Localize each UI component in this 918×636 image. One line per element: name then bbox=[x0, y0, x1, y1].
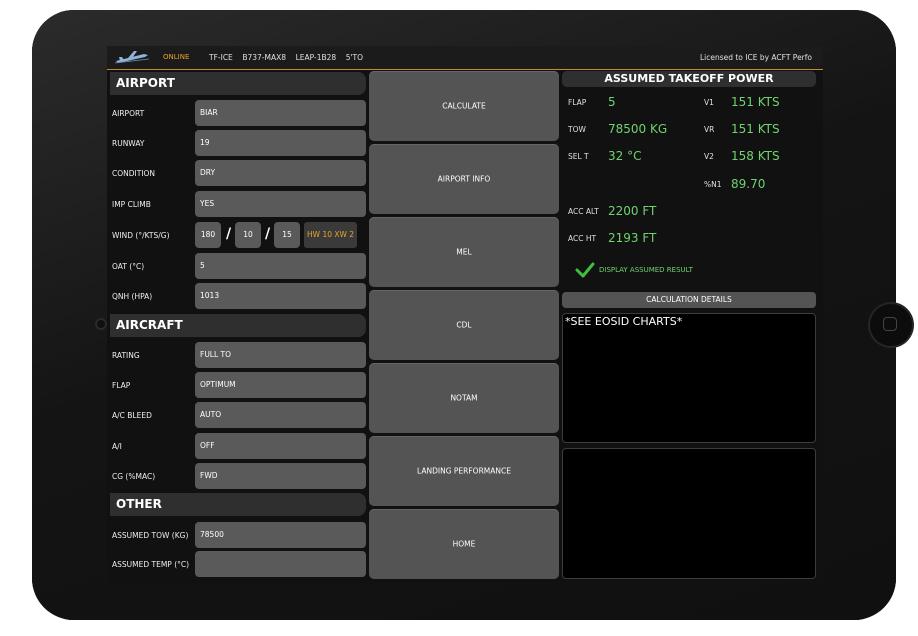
airport-info-button[interactable]: AIRPORT INFO bbox=[369, 144, 559, 214]
condition-label: CONDITION bbox=[112, 169, 156, 178]
wind-components: HW 10 XW 2 bbox=[304, 222, 358, 248]
other-section-header: OTHER bbox=[110, 493, 366, 516]
airport-field[interactable]: BIAR bbox=[195, 100, 366, 126]
cg-label: CG (%MAC) bbox=[112, 472, 156, 481]
airport-section-header: AIRPORT bbox=[110, 72, 366, 95]
v2-label: V2 bbox=[704, 152, 714, 161]
wind-direction-field[interactable]: 180 bbox=[195, 222, 221, 248]
sel-temp-label: SEL T bbox=[568, 152, 589, 161]
vr-value: 151 KTS bbox=[731, 122, 780, 136]
qnh-label: QNH (HPA) bbox=[112, 292, 153, 301]
details-text: *SEE EOSID CHARTS* bbox=[565, 315, 683, 328]
engine-type: LEAP-1B28 bbox=[295, 53, 337, 62]
runway-field[interactable]: 19 bbox=[195, 130, 366, 156]
connection-status: ONLINE bbox=[163, 53, 190, 61]
rating-field[interactable]: FULL TO bbox=[195, 342, 366, 368]
flap-result-label: FLAP bbox=[568, 98, 587, 107]
wind-label: WIND (°/KTS/G) bbox=[112, 231, 170, 240]
runway-label: RUNWAY bbox=[112, 139, 145, 148]
cdl-button[interactable]: CDL bbox=[369, 290, 559, 360]
mel-button[interactable]: MEL bbox=[369, 217, 559, 287]
wind-separator: / bbox=[226, 226, 232, 242]
home-hardware-button[interactable] bbox=[870, 304, 912, 346]
anti-ice-label: A/I bbox=[112, 442, 122, 451]
airplane-logo-icon bbox=[114, 51, 150, 64]
secondary-output-box bbox=[562, 448, 816, 579]
vr-label: VR bbox=[704, 125, 715, 134]
assumed-temp-label: ASSUMED TEMP (°C) bbox=[112, 560, 190, 569]
checkmark-icon[interactable] bbox=[575, 262, 595, 278]
acc-alt-value: 2200 FT bbox=[608, 204, 657, 218]
oat-label: OAT (°C) bbox=[112, 262, 145, 271]
front-camera bbox=[97, 320, 105, 328]
notam-button[interactable]: NOTAM bbox=[369, 363, 559, 433]
takeoff-mode: 5'TO bbox=[345, 53, 364, 62]
wind-separator: / bbox=[265, 226, 271, 242]
acc-ht-value: 2193 FT bbox=[608, 231, 657, 245]
sel-temp-value: 32 °C bbox=[608, 149, 642, 163]
flap-field[interactable]: OPTIMUM bbox=[195, 372, 366, 398]
condition-field[interactable]: DRY bbox=[195, 160, 366, 186]
assumed-tow-label: ASSUMED TOW (KG) bbox=[112, 531, 189, 540]
airport-label: AIRPORT bbox=[112, 109, 145, 118]
assumed-temp-field[interactable] bbox=[195, 551, 366, 577]
display-assumed-result-toggle[interactable]: DISPLAY ASSUMED RESULT bbox=[599, 266, 693, 274]
ac-bleed-label: A/C BLEED bbox=[112, 411, 152, 420]
v2-value: 158 KTS bbox=[731, 149, 780, 163]
wind-gust-field[interactable]: 15 bbox=[274, 222, 300, 248]
ac-bleed-field[interactable]: AUTO bbox=[195, 402, 366, 428]
calculation-details-button[interactable]: CALCULATION DETAILS bbox=[562, 292, 816, 308]
calculate-button[interactable]: CALCULATE bbox=[369, 71, 559, 141]
home-button[interactable]: HOME bbox=[369, 509, 559, 579]
calculation-details-box: *SEE EOSID CHARTS* bbox=[562, 313, 816, 443]
landing-performance-button[interactable]: LANDING PERFORMANCE bbox=[369, 436, 559, 506]
top-bar: ONLINE TF-ICE B737-MAX8 LEAP-1B28 5'TO L… bbox=[107, 46, 823, 70]
tow-result-value: 78500 KG bbox=[608, 122, 668, 136]
flap-label: FLAP bbox=[112, 381, 131, 390]
n1-label: %N1 bbox=[704, 180, 722, 189]
tow-result-label: TOW bbox=[568, 125, 586, 134]
imp-climb-label: IMP CLIMB bbox=[112, 200, 151, 209]
aircraft-type: B737-MAX8 bbox=[242, 53, 287, 62]
result-title: ASSUMED TAKEOFF POWER bbox=[562, 71, 816, 87]
anti-ice-field[interactable]: OFF bbox=[195, 433, 366, 459]
rating-label: RATING bbox=[112, 351, 140, 360]
license-text: Licensed to ICE by ACFT Perfo bbox=[699, 53, 812, 62]
flap-result-value: 5 bbox=[608, 95, 616, 109]
n1-value: 89.70 bbox=[731, 177, 766, 191]
aircraft-info: TF-ICE B737-MAX8 LEAP-1B28 5'TO bbox=[209, 53, 363, 62]
imp-climb-field[interactable]: YES bbox=[195, 191, 366, 217]
wind-speed-field[interactable]: 10 bbox=[235, 222, 261, 248]
oat-field[interactable]: 5 bbox=[195, 253, 366, 279]
acc-alt-label: ACC ALT bbox=[568, 207, 599, 216]
acc-ht-label: ACC HT bbox=[568, 234, 597, 243]
cg-field[interactable]: FWD bbox=[195, 463, 366, 489]
registration: TF-ICE bbox=[209, 53, 233, 62]
v1-value: 151 KTS bbox=[731, 95, 780, 109]
assumed-tow-field[interactable]: 78500 bbox=[195, 522, 366, 548]
app-screen: ONLINE TF-ICE B737-MAX8 LEAP-1B28 5'TO L… bbox=[107, 46, 823, 583]
qnh-field[interactable]: 1013 bbox=[195, 283, 366, 309]
aircraft-section-header: AIRCRAFT bbox=[110, 314, 366, 337]
v1-label: V1 bbox=[704, 98, 714, 107]
